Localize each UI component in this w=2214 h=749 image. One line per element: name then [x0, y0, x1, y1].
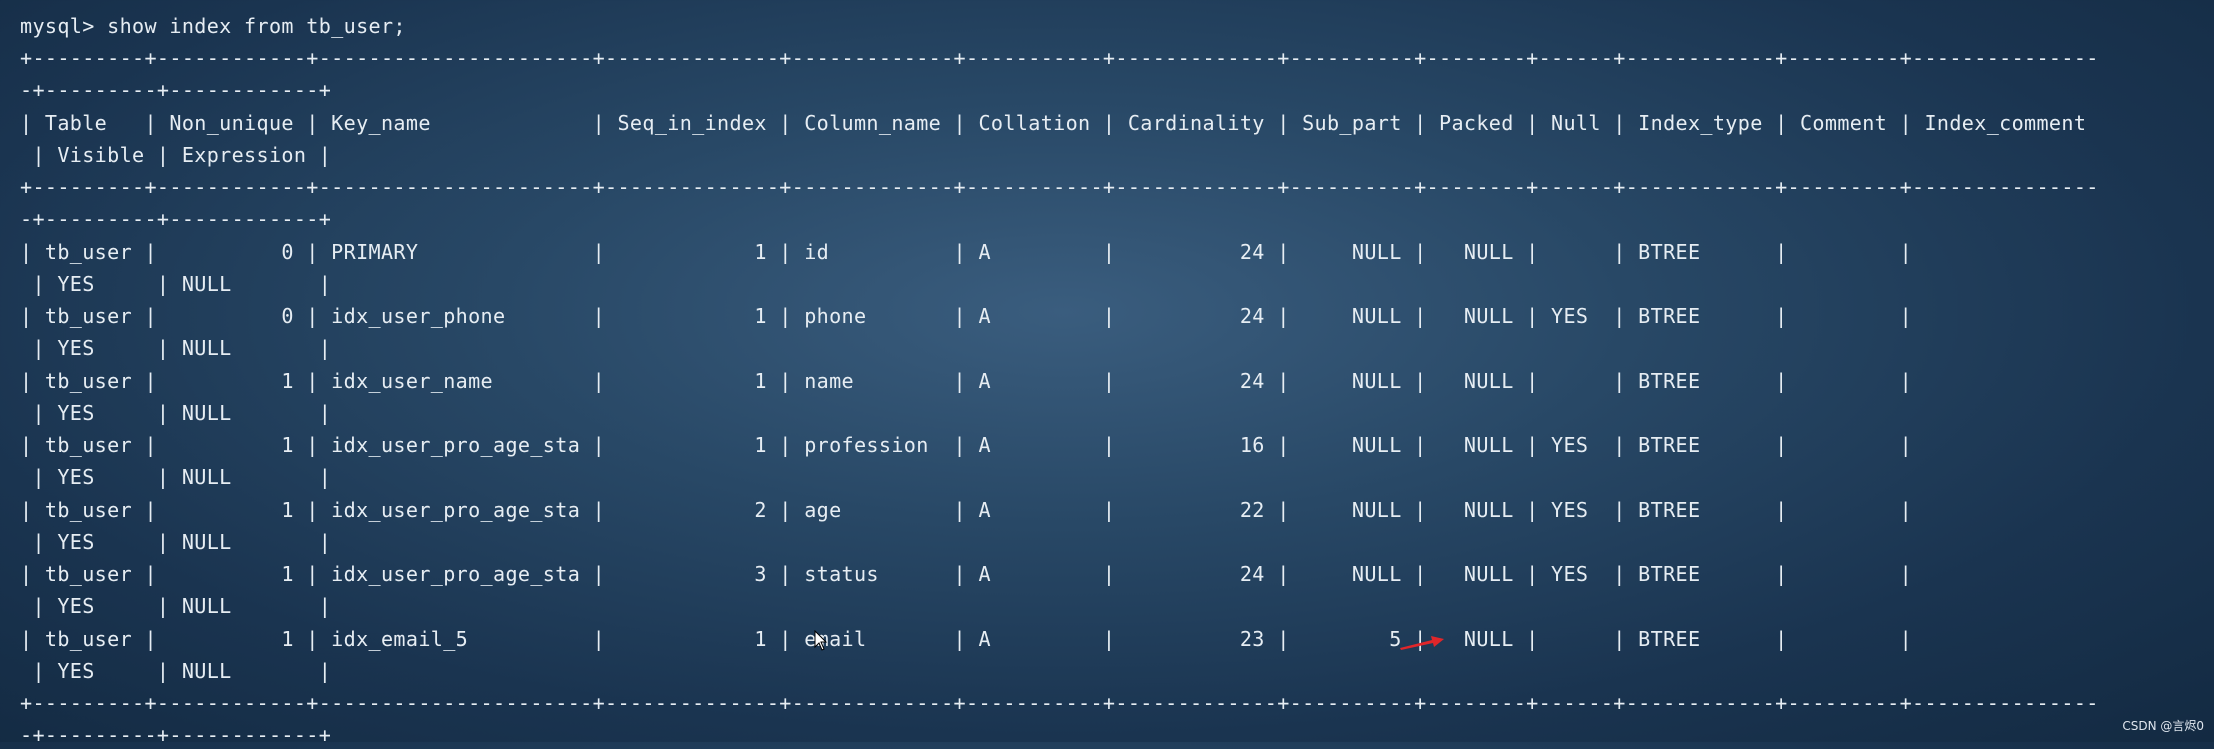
- prompt-command-line: mysql> show index from tb_user;: [20, 14, 406, 38]
- table-border-bottom: +---------+------------+----------------…: [20, 691, 2099, 715]
- table-row-wrap: | YES | NULL |: [20, 659, 332, 683]
- table-border-header: +---------+------------+----------------…: [20, 175, 2099, 199]
- table-border-top: +---------+------------+----------------…: [20, 46, 2099, 70]
- mouse-cursor-icon: [814, 630, 828, 651]
- table-row: | tb_user | 1 | idx_user_pro_age_sta | 1…: [20, 433, 1913, 457]
- table-header: | Table | Non_unique | Key_name | Seq_in…: [20, 111, 2087, 135]
- table-row-wrap: | YES | NULL |: [20, 336, 332, 360]
- table-row: | tb_user | 0 | idx_user_phone | 1 | pho…: [20, 304, 1913, 328]
- table-row-wrap: | YES | NULL |: [20, 530, 332, 554]
- table-row: | tb_user | 0 | PRIMARY | 1 | id | A | 2…: [20, 240, 1913, 264]
- table-row-wrap: | YES | NULL |: [20, 272, 332, 296]
- table-header-wrap: | Visible | Expression |: [20, 143, 332, 167]
- table-row: | tb_user | 1 | idx_user_name | 1 | name…: [20, 369, 1913, 393]
- table-row-wrap: | YES | NULL |: [20, 594, 332, 618]
- table-row: | tb_user | 1 | idx_user_pro_age_sta | 2…: [20, 498, 1913, 522]
- table-row: | tb_user | 1 | idx_email_5 | 1 | email …: [20, 627, 1913, 651]
- table-border-header-wrap: -+---------+------------+: [20, 207, 332, 231]
- table-row: | tb_user | 1 | idx_user_pro_age_sta | 3…: [20, 562, 1913, 586]
- red-arrow-icon: [1400, 636, 1444, 650]
- table-row-wrap: | YES | NULL |: [20, 401, 332, 425]
- table-border-bottom-wrap: -+---------+------------+: [20, 723, 332, 747]
- table-row-wrap: | YES | NULL |: [20, 465, 332, 489]
- watermark: CSDN @言烬0: [2122, 719, 2204, 733]
- terminal-output: mysql> show index from tb_user; +-------…: [0, 0, 2214, 747]
- table-border-top-wrap: -+---------+------------+: [20, 78, 332, 102]
